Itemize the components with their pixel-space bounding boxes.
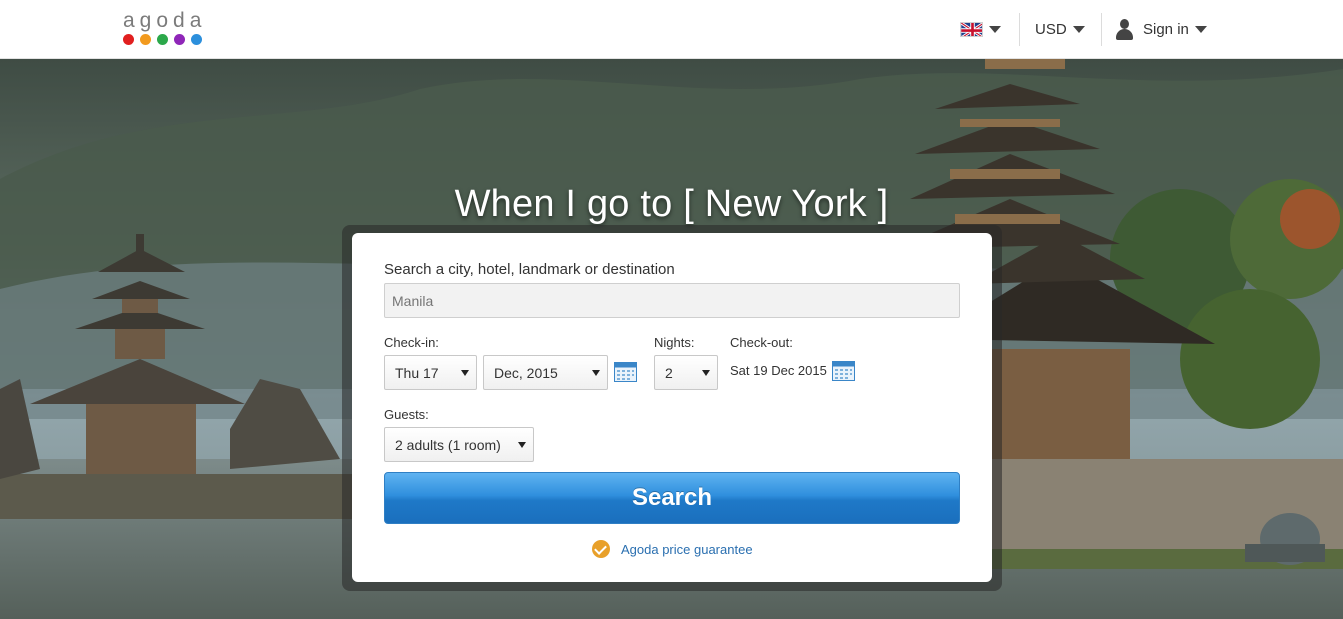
search-button[interactable]: Search	[384, 472, 960, 524]
chevron-down-icon	[1072, 26, 1085, 33]
guests-select[interactable]: 2 adults (1 room)	[384, 427, 534, 462]
search-card: Search a city, hotel, landmark or destin…	[352, 233, 992, 582]
top-header: agoda USD Sign in	[0, 0, 1343, 59]
checkin-day-select[interactable]: Thu 17	[384, 355, 477, 390]
chevron-down-icon	[1194, 26, 1207, 33]
dropdown-arrow-icon	[461, 370, 469, 376]
dropdown-arrow-icon	[518, 442, 526, 448]
calendar-icon[interactable]	[614, 362, 637, 382]
user-icon	[1115, 18, 1134, 41]
destination-input[interactable]	[384, 283, 960, 318]
guarantee-text: Agoda price guarantee	[621, 541, 753, 557]
checkmark-badge-icon	[592, 540, 610, 558]
checkout-label: Check-out:	[730, 335, 793, 350]
checkin-label: Check-in:	[384, 335, 439, 350]
dropdown-arrow-icon	[702, 370, 710, 376]
logo-dot	[157, 34, 168, 45]
nights-label: Nights:	[654, 335, 695, 350]
checkout-date: Sat 19 Dec 2015	[730, 363, 827, 378]
logo-dot	[123, 34, 134, 45]
checkin-day-value: Thu 17	[395, 365, 439, 381]
currency-selector[interactable]: USD	[1035, 0, 1085, 59]
checkin-month-value: Dec, 2015	[494, 365, 558, 381]
destination-label: Search a city, hotel, landmark or destin…	[384, 261, 675, 278]
language-selector[interactable]	[960, 0, 1001, 59]
dropdown-arrow-icon	[592, 370, 600, 376]
logo-text: agoda	[123, 9, 207, 32]
nights-select[interactable]: 2	[654, 355, 718, 390]
nights-value: 2	[665, 365, 673, 381]
divider	[1101, 13, 1102, 46]
price-guarantee-link[interactable]: Agoda price guarantee	[592, 540, 753, 558]
logo-dots	[122, 34, 208, 45]
logo-dot	[174, 34, 185, 45]
guests-value: 2 adults (1 room)	[395, 437, 501, 453]
checkin-month-select[interactable]: Dec, 2015	[483, 355, 608, 390]
divider	[1019, 13, 1020, 46]
calendar-icon[interactable]	[832, 361, 855, 381]
logo-dot	[140, 34, 151, 45]
chevron-down-icon	[989, 26, 1001, 33]
signin-label: Sign in	[1143, 21, 1189, 38]
guests-label: Guests:	[384, 407, 429, 422]
agoda-logo[interactable]: agoda	[122, 10, 208, 46]
signin-menu[interactable]: Sign in	[1115, 0, 1207, 59]
logo-dot	[191, 34, 202, 45]
hero-headline: When I go to [ New York ]	[454, 183, 889, 225]
uk-flag-icon	[960, 22, 983, 37]
currency-label: USD	[1035, 21, 1067, 38]
